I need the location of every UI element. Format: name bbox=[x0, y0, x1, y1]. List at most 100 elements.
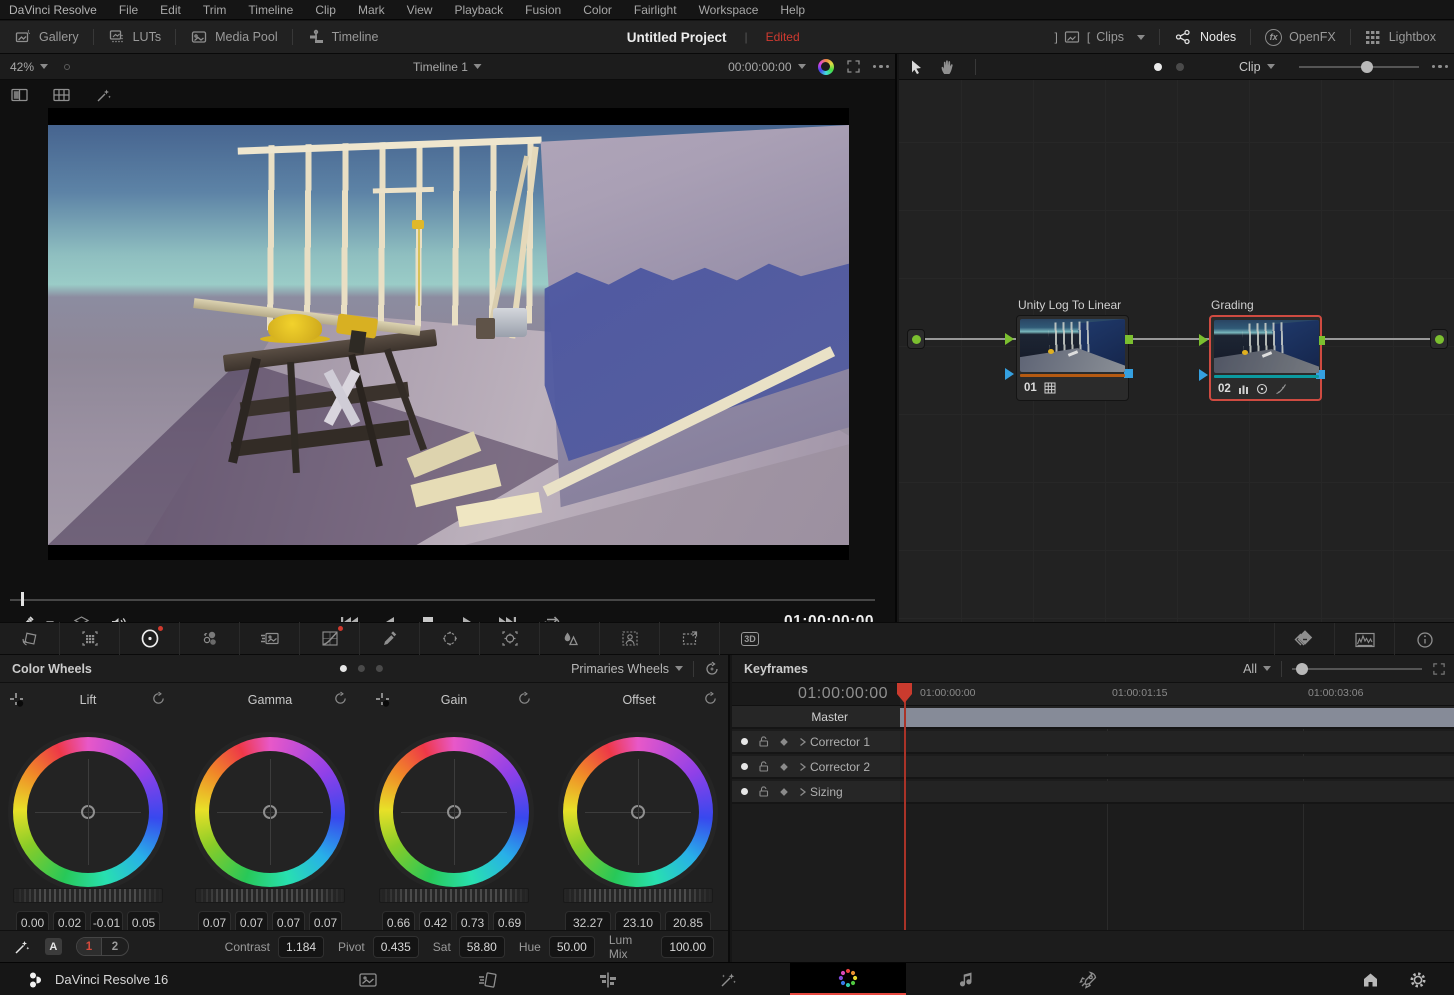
reset-icon[interactable] bbox=[333, 691, 348, 706]
node-view-dot[interactable] bbox=[1176, 63, 1184, 71]
track-row-master[interactable]: Master bbox=[732, 706, 1454, 729]
reset-icon[interactable] bbox=[703, 691, 718, 706]
page-2-tab[interactable]: 2 bbox=[102, 938, 127, 955]
track-row-corrector2[interactable]: Corrector 2 bbox=[732, 756, 1454, 779]
project-manager-button[interactable] bbox=[1350, 963, 1390, 995]
source-node-connector[interactable] bbox=[907, 329, 925, 349]
keyframes-playhead-line[interactable] bbox=[904, 683, 906, 930]
track-enable-dot[interactable] bbox=[741, 738, 748, 745]
output-node-connector[interactable] bbox=[1430, 329, 1448, 349]
viewer-scrubber[interactable] bbox=[10, 599, 875, 601]
pointer-tool-icon[interactable] bbox=[907, 58, 925, 76]
auto-color-button[interactable]: A bbox=[45, 938, 62, 955]
project-settings-button[interactable] bbox=[1398, 963, 1438, 995]
key-input-connector[interactable] bbox=[1005, 368, 1020, 380]
menu-playback[interactable]: Playback bbox=[443, 3, 514, 17]
corrector-node-01[interactable]: 01 bbox=[1016, 315, 1129, 401]
gamma-master-wheel[interactable] bbox=[195, 888, 345, 903]
reset-all-icon[interactable] bbox=[704, 661, 720, 677]
menu-app[interactable]: DaVinci Resolve bbox=[0, 3, 108, 17]
expand-chevron-icon[interactable] bbox=[798, 737, 807, 747]
expand-icon[interactable] bbox=[1432, 662, 1446, 676]
track-enable-dot[interactable] bbox=[741, 763, 748, 770]
menu-file[interactable]: File bbox=[108, 3, 149, 17]
timeline-selector-dropdown[interactable]: Timeline 1 bbox=[413, 60, 482, 74]
wheel-indicator[interactable] bbox=[447, 805, 461, 819]
offset-color-wheel[interactable] bbox=[563, 737, 713, 887]
expand-chevron-icon[interactable] bbox=[798, 787, 807, 797]
track-enable-dot[interactable] bbox=[741, 788, 748, 795]
stereo-3d-tab[interactable]: 3D bbox=[720, 622, 780, 655]
menu-timeline[interactable]: Timeline bbox=[237, 3, 304, 17]
luts-button[interactable]: LUTs bbox=[94, 21, 175, 53]
menu-edit[interactable]: Edit bbox=[149, 3, 192, 17]
corrector-node-02[interactable]: 02 bbox=[1209, 315, 1322, 401]
node-mode-dropdown[interactable]: Clip bbox=[1239, 60, 1275, 74]
wheel-indicator[interactable] bbox=[81, 805, 95, 819]
lightbox-button[interactable]: Lightbox bbox=[1351, 21, 1450, 53]
gamma-color-wheel[interactable] bbox=[195, 737, 345, 887]
lift-master-wheel[interactable] bbox=[13, 888, 163, 903]
color-match-tab[interactable] bbox=[60, 622, 120, 655]
key-input-connector[interactable] bbox=[1199, 369, 1214, 381]
menu-fairlight[interactable]: Fairlight bbox=[623, 3, 688, 17]
color-page-tab[interactable] bbox=[790, 963, 906, 995]
lock-icon[interactable] bbox=[757, 785, 770, 798]
node-view-dot-active[interactable] bbox=[1154, 63, 1162, 71]
tracker-tab[interactable] bbox=[480, 622, 540, 655]
enhanced-viewer-icon[interactable] bbox=[818, 59, 834, 75]
gain-master-wheel[interactable] bbox=[379, 888, 529, 903]
qualifier-tab[interactable] bbox=[360, 622, 420, 655]
sizing-tab[interactable] bbox=[660, 622, 720, 655]
node-options-menu-icon[interactable] bbox=[1432, 65, 1449, 69]
keyframes-ruler[interactable]: 01:00:00:00 01:00:01:15 01:00:03:06 bbox=[900, 683, 1454, 706]
rgb-input-connector[interactable] bbox=[1005, 333, 1020, 345]
gallery-button[interactable]: Gallery bbox=[0, 21, 93, 53]
track-row-corrector1[interactable]: Corrector 1 bbox=[732, 731, 1454, 754]
info-icon[interactable] bbox=[1394, 623, 1454, 656]
split-screen-icon[interactable] bbox=[10, 86, 30, 104]
auto-balance-wand-icon[interactable] bbox=[12, 938, 31, 956]
menu-fusion[interactable]: Fusion bbox=[514, 3, 572, 17]
page-dots[interactable] bbox=[340, 665, 383, 672]
rgb-mixer-tab[interactable] bbox=[180, 622, 240, 655]
fairlight-page-tab[interactable] bbox=[910, 963, 1026, 995]
slider-thumb[interactable] bbox=[1361, 61, 1373, 73]
contrast-value[interactable]: 1.184 bbox=[278, 936, 324, 958]
power-window-tab[interactable] bbox=[420, 622, 480, 655]
blur-tab[interactable] bbox=[540, 622, 600, 655]
viewer-frame[interactable] bbox=[48, 108, 849, 560]
timeline-button[interactable]: Timeline bbox=[293, 21, 393, 53]
lock-icon[interactable] bbox=[757, 735, 770, 748]
wheel-indicator[interactable] bbox=[631, 805, 645, 819]
color-wheels-tab[interactable] bbox=[120, 622, 180, 655]
clips-toggle-button[interactable]: ] [ Clips bbox=[1041, 21, 1159, 53]
keyframes-zoom-slider[interactable] bbox=[1292, 668, 1422, 670]
menu-trim[interactable]: Trim bbox=[192, 3, 238, 17]
grid-view-icon[interactable] bbox=[52, 86, 72, 104]
wheel-page-toggle[interactable]: 1 2 bbox=[76, 937, 129, 956]
track-row-sizing[interactable]: Sizing bbox=[732, 781, 1454, 804]
rgb-output-connector[interactable] bbox=[1124, 335, 1133, 344]
viewer-playhead[interactable] bbox=[21, 592, 24, 606]
node-zoom-slider[interactable] bbox=[1299, 66, 1419, 68]
cut-page-tab[interactable] bbox=[430, 963, 546, 995]
hue-value[interactable]: 50.00 bbox=[549, 936, 595, 958]
key-output-connector[interactable] bbox=[1124, 369, 1133, 378]
lock-icon[interactable] bbox=[757, 760, 770, 773]
camera-raw-tab[interactable] bbox=[0, 622, 60, 655]
offset-master-wheel[interactable] bbox=[563, 888, 713, 903]
curves-tab[interactable] bbox=[300, 622, 360, 655]
page-1-tab[interactable]: 1 bbox=[77, 938, 103, 955]
sat-value[interactable]: 58.80 bbox=[459, 936, 505, 958]
menu-color[interactable]: Color bbox=[572, 3, 623, 17]
menu-workspace[interactable]: Workspace bbox=[688, 3, 770, 17]
media-page-tab[interactable] bbox=[310, 963, 426, 995]
expand-icon[interactable] bbox=[846, 59, 861, 74]
menu-view[interactable]: View bbox=[396, 3, 444, 17]
key-tab[interactable] bbox=[600, 622, 660, 655]
pivot-value[interactable]: 0.435 bbox=[373, 936, 419, 958]
menu-clip[interactable]: Clip bbox=[304, 3, 347, 17]
wheel-indicator[interactable] bbox=[263, 805, 277, 819]
keyframe-diamond-icon[interactable] bbox=[779, 787, 789, 797]
